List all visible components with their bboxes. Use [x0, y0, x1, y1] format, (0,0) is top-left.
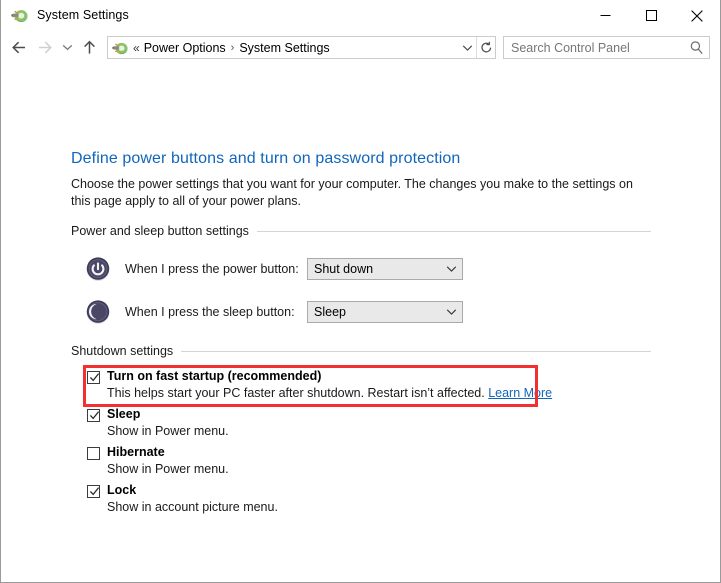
sleep-label: Sleep [107, 407, 141, 421]
power-button-row: When I press the power button: [83, 254, 299, 284]
fast-startup-checkbox-row[interactable]: Turn on fast startup (recommended) [87, 369, 552, 384]
content-area: Define power buttons and turn on passwor… [1, 64, 720, 550]
navigation-bar: « Power Options › System Settings [1, 31, 720, 64]
search-input[interactable] [504, 37, 683, 58]
chevron-down-icon[interactable] [458, 37, 476, 58]
fast-startup-label: Turn on fast startup (recommended) [107, 369, 322, 383]
forward-arrow-icon [32, 35, 57, 61]
title-bar: System Settings [1, 0, 720, 31]
page-description: Choose the power settings that you want … [71, 177, 633, 208]
section-header-shutdown-label: Shutdown settings [71, 344, 174, 358]
learn-more-link[interactable]: Learn More [488, 386, 552, 400]
power-button-action-select[interactable]: Shut down [307, 258, 463, 280]
power-button-action-value: Shut down [314, 262, 374, 276]
breadcrumb-separator[interactable]: › [227, 42, 239, 54]
minimize-icon[interactable] [582, 0, 628, 31]
power-options-icon [11, 7, 28, 24]
sleep-checkbox[interactable] [87, 409, 100, 422]
breadcrumb-power-options[interactable]: Power Options [143, 41, 227, 55]
chevron-down-icon[interactable] [440, 265, 462, 273]
up-arrow-icon[interactable] [77, 35, 102, 61]
hibernate-description: Show in Power menu. [107, 462, 229, 476]
chevron-down-icon[interactable] [440, 308, 462, 316]
window-controls [582, 0, 720, 31]
sleep-button-label: When I press the sleep button: [125, 305, 295, 319]
sleep-description: Show in Power menu. [107, 424, 229, 438]
section-header-shutdown: Shutdown settings [71, 344, 651, 358]
fast-startup-description: This helps start your PC faster after sh… [107, 386, 552, 400]
hibernate-checkbox-row[interactable]: Hibernate [87, 445, 229, 460]
breadcrumb-overflow[interactable]: « [131, 41, 143, 55]
section-divider [181, 350, 651, 352]
sleep-button-orb-icon [83, 297, 113, 327]
sleep-button-action-value: Sleep [314, 305, 346, 319]
power-button-orb-icon [83, 254, 113, 284]
search-icon[interactable] [683, 40, 709, 55]
breadcrumb-system-settings[interactable]: System Settings [238, 41, 330, 55]
section-header-power-sleep-label: Power and sleep button settings [71, 224, 249, 238]
power-button-label: When I press the power button: [125, 262, 299, 276]
system-settings-window: System Settings « Power Options › System… [0, 0, 721, 583]
setting-sleep: Sleep Show in Power menu. [87, 407, 229, 438]
section-divider [256, 230, 651, 232]
setting-lock: Lock Show in account picture menu. [87, 483, 278, 514]
maximize-icon[interactable] [628, 0, 674, 31]
page-title: Define power buttons and turn on passwor… [71, 150, 461, 167]
sleep-checkbox-row[interactable]: Sleep [87, 407, 229, 422]
address-bar[interactable]: « Power Options › System Settings [107, 36, 496, 59]
lock-checkbox[interactable] [87, 485, 100, 498]
fast-startup-checkbox[interactable] [87, 371, 100, 384]
lock-checkbox-row[interactable]: Lock [87, 483, 278, 498]
lock-label: Lock [107, 483, 137, 497]
sleep-button-action-select[interactable]: Sleep [307, 301, 463, 323]
refresh-icon[interactable] [477, 37, 495, 58]
setting-fast-startup: Turn on fast startup (recommended) This … [87, 369, 552, 400]
close-icon[interactable] [674, 0, 720, 31]
recent-locations-chevron-icon[interactable] [57, 35, 77, 61]
window-title: System Settings [37, 8, 129, 22]
back-arrow-icon[interactable] [7, 35, 32, 61]
title-bar-left: System Settings [1, 7, 129, 24]
search-box[interactable] [503, 36, 710, 59]
hibernate-checkbox[interactable] [87, 447, 100, 460]
hibernate-label: Hibernate [107, 445, 165, 459]
lock-description: Show in account picture menu. [107, 500, 278, 514]
address-bar-power-options-icon [112, 40, 128, 56]
sleep-button-row: When I press the sleep button: [83, 297, 295, 327]
fast-startup-description-text: This helps start your PC faster after sh… [107, 386, 489, 400]
section-header-power-sleep: Power and sleep button settings [71, 224, 651, 238]
setting-hibernate: Hibernate Show in Power menu. [87, 445, 229, 476]
